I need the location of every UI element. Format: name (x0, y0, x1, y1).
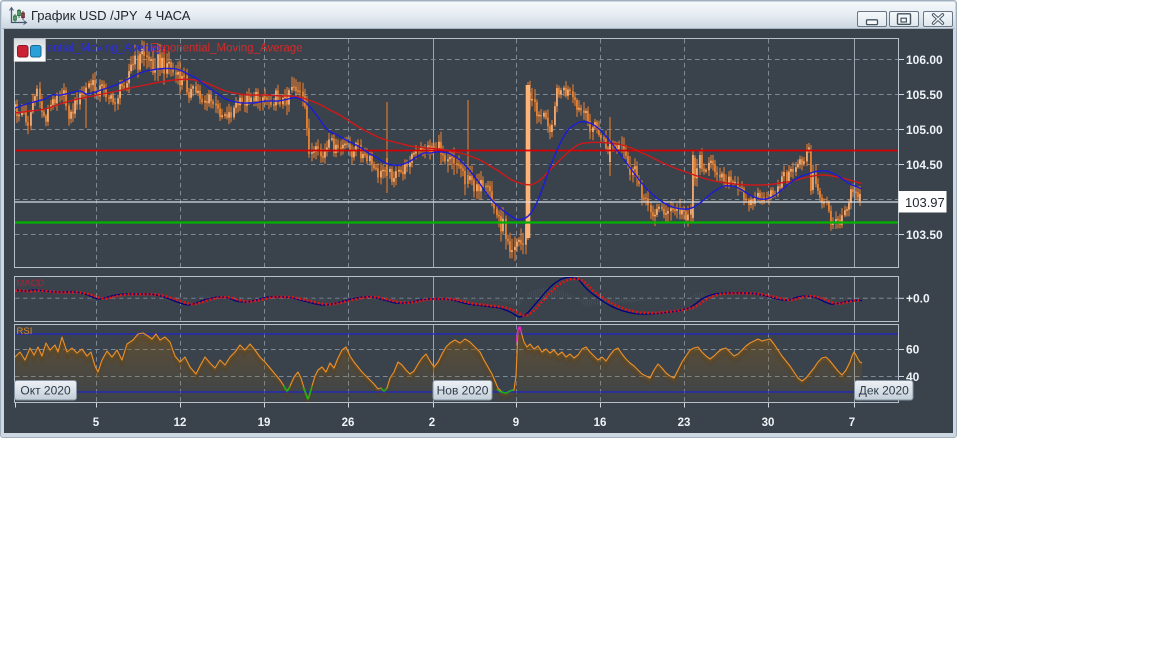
svg-text:Нов 2020: Нов 2020 (437, 384, 489, 398)
svg-text:23: 23 (678, 417, 691, 429)
svg-text:60: 60 (906, 343, 920, 357)
svg-text:MACD: MACD (17, 278, 45, 289)
svg-text:26: 26 (342, 417, 355, 429)
svg-text:103.50: 103.50 (906, 228, 943, 242)
svg-text:105.00: 105.00 (906, 123, 943, 137)
svg-text:Окт 2020: Окт 2020 (20, 384, 71, 398)
svg-text:105.50: 105.50 (906, 88, 943, 102)
svg-text:16: 16 (594, 417, 607, 429)
svg-text:Exponential_Moving_Average: Exponential_Moving_Average (150, 43, 303, 55)
svg-text:12: 12 (174, 417, 187, 429)
svg-text:+0.0: +0.0 (906, 292, 930, 306)
svg-text:Дек 2020: Дек 2020 (859, 384, 909, 398)
svg-text:5: 5 (93, 417, 100, 429)
svg-text:106.00: 106.00 (906, 53, 943, 67)
svg-text:104.50: 104.50 (906, 158, 943, 172)
svg-text:2: 2 (429, 417, 435, 429)
svg-text:7: 7 (849, 417, 855, 429)
svg-text:30: 30 (762, 417, 775, 429)
svg-text:103.97: 103.97 (905, 195, 945, 210)
svg-text:9: 9 (513, 417, 519, 429)
svg-text:RSI: RSI (17, 326, 33, 337)
svg-text:19: 19 (258, 417, 271, 429)
